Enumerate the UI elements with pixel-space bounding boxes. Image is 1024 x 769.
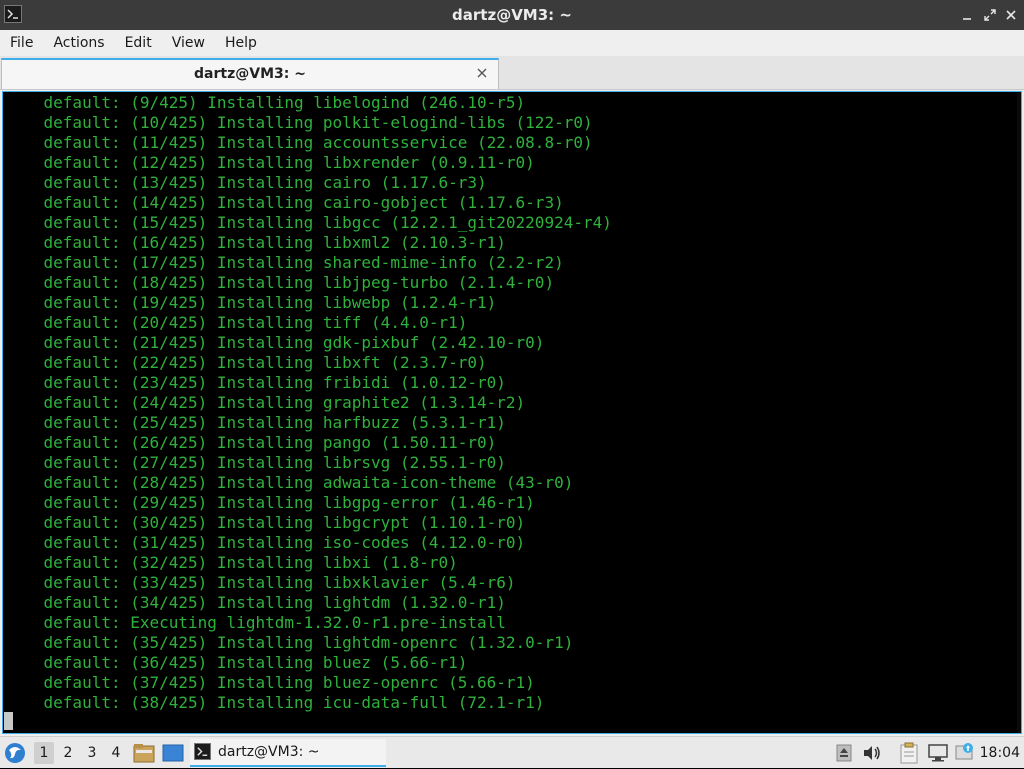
minimize-icon[interactable]: [958, 6, 976, 24]
menu-bar: File Actions Edit View Help: [0, 30, 1024, 56]
volume-icon[interactable]: [862, 744, 882, 766]
maximize-icon[interactable]: [981, 6, 999, 24]
terminal-line: default: (20/425) Installing tiff (4.4.0…: [5, 313, 468, 332]
terminal-line: default: (35/425) Installing lightdm-ope…: [5, 633, 574, 652]
terminal-line: default: (12/425) Installing libxrender …: [5, 153, 535, 172]
terminal-line: default: (37/425) Installing bluez-openr…: [5, 673, 535, 692]
terminal-line: default: Executing lightdm-1.32.0-r1.pre…: [5, 613, 506, 632]
terminal-line: default: (16/425) Installing libxml2 (2.…: [5, 233, 506, 252]
desktop-4[interactable]: 4: [106, 742, 126, 764]
menu-help[interactable]: Help: [215, 30, 267, 56]
terminal-lines: default: (9/425) Installing libelogind (…: [5, 93, 612, 713]
title-bar[interactable]: dartz@VM3: ~: [0, 0, 1024, 30]
terminal-line: default: (29/425) Installing libgpg-erro…: [5, 493, 535, 512]
file-manager-icon[interactable]: [133, 743, 155, 767]
terminal-cursor: [4, 712, 13, 730]
clock[interactable]: 18:04: [980, 737, 1020, 769]
terminal-line: default: (33/425) Installing libxklavier…: [5, 573, 516, 592]
taskbar: 1 2 3 4 dartz@VM3: ~ 18:04: [0, 736, 1024, 768]
tab-terminal[interactable]: dartz@VM3: ~: [1, 58, 499, 89]
terminal-line: default: (38/425) Installing icu-data-fu…: [5, 693, 545, 712]
terminal-line: default: (17/425) Installing shared-mime…: [5, 253, 564, 272]
desktop-3[interactable]: 3: [82, 742, 102, 764]
terminal-line: default: (11/425) Installing accountsser…: [5, 133, 593, 152]
desktop-1[interactable]: 1: [34, 742, 54, 764]
show-desktop-icon[interactable]: [162, 744, 184, 766]
window-title: dartz@VM3: ~: [452, 6, 572, 24]
tab-close-icon[interactable]: [474, 64, 490, 82]
start-menu-icon[interactable]: [3, 741, 27, 765]
clipboard-icon[interactable]: [900, 742, 918, 768]
terminal-line: default: (30/425) Installing libgcrypt (…: [5, 513, 526, 532]
terminal-window: dartz@VM3: ~ File Actions Edit View Help: [0, 0, 1024, 736]
terminal-line: default: (9/425) Installing libelogind (…: [5, 93, 526, 112]
terminal-output[interactable]: default: (9/425) Installing libelogind (…: [2, 91, 1022, 734]
terminal-icon: [194, 743, 211, 760]
close-icon[interactable]: [1002, 6, 1020, 24]
terminal-line: default: (27/425) Installing librsvg (2.…: [5, 453, 506, 472]
terminal-line: default: (31/425) Installing iso-codes (…: [5, 533, 526, 552]
tab-bar: dartz@VM3: ~: [0, 56, 1024, 90]
terminal-line: default: (26/425) Installing pango (1.50…: [5, 433, 497, 452]
terminal-line: default: (36/425) Installing bluez (5.66…: [5, 653, 468, 672]
network-icon[interactable]: [927, 744, 949, 766]
terminal-line: default: (21/425) Installing gdk-pixbuf …: [5, 333, 545, 352]
menu-file[interactable]: File: [0, 30, 43, 56]
terminal-line: default: (14/425) Installing cairo-gobje…: [5, 193, 564, 212]
taskbar-item-label: dartz@VM3: ~: [218, 744, 320, 760]
update-icon[interactable]: [954, 742, 974, 766]
terminal-line: default: (10/425) Installing polkit-elog…: [5, 113, 593, 132]
terminal-line: default: (32/425) Installing libxi (1.8-…: [5, 553, 458, 572]
terminal-line: default: (25/425) Installing harfbuzz (5…: [5, 413, 506, 432]
terminal-scrollbar[interactable]: [1017, 92, 1021, 733]
menu-edit[interactable]: Edit: [115, 30, 162, 56]
tab-label: dartz@VM3: ~: [194, 66, 306, 82]
menu-view[interactable]: View: [162, 30, 215, 56]
eject-icon[interactable]: [836, 744, 852, 766]
terminal-line: default: (19/425) Installing libwebp (1.…: [5, 293, 497, 312]
menu-actions[interactable]: Actions: [43, 30, 114, 56]
terminal-line: default: (13/425) Installing cairo (1.17…: [5, 173, 487, 192]
desktop-2[interactable]: 2: [58, 742, 78, 764]
terminal-line: default: (24/425) Installing graphite2 (…: [5, 393, 526, 412]
terminal-line: default: (34/425) Installing lightdm (1.…: [5, 593, 506, 612]
terminal-line: default: (15/425) Installing libgcc (12.…: [5, 213, 612, 232]
terminal-line: default: (18/425) Installing libjpeg-tur…: [5, 273, 555, 292]
terminal-line: default: (22/425) Installing libxft (2.3…: [5, 353, 487, 372]
terminal-line: default: (23/425) Installing fribidi (1.…: [5, 373, 506, 392]
terminal-line: default: (28/425) Installing adwaita-ico…: [5, 473, 574, 492]
taskbar-item-terminal[interactable]: dartz@VM3: ~: [190, 739, 386, 767]
